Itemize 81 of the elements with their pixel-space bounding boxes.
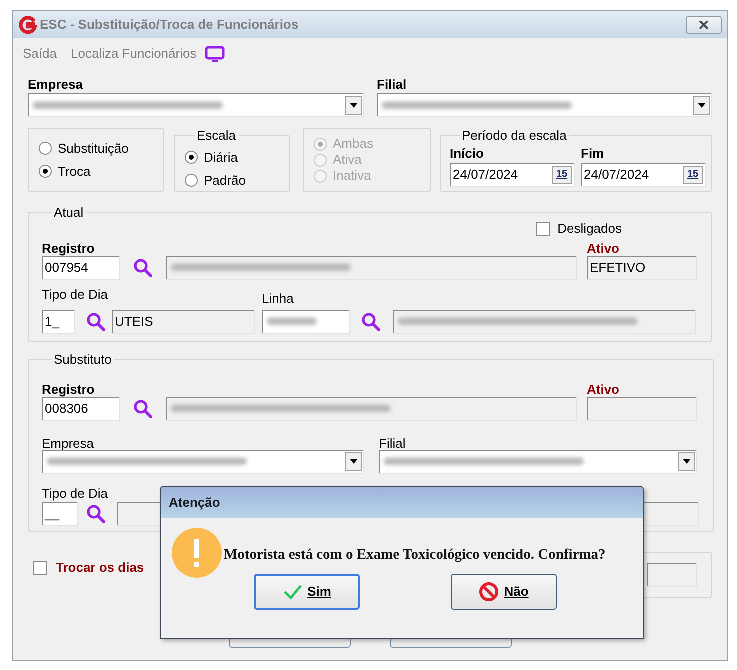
search-icon[interactable] [86,312,106,332]
menu-item[interactable]: Saída [23,44,57,64]
date-value: 24/07/2024 [453,166,518,184]
search-icon[interactable] [133,258,153,278]
field-label: Ativo [587,240,620,254]
no-entry-icon[interactable] [479,582,500,602]
radio-label: Diária [204,148,238,167]
dropdown-button[interactable] [693,96,710,114]
group-title: Substituto [53,351,113,369]
field-label: Fim [581,146,606,160]
date-field[interactable]: 24/07/2024 15 [581,162,706,186]
checkbox-label: Trocar os dias [56,559,144,577]
field-label: Início [450,146,485,160]
radio-button[interactable] [185,174,198,187]
input-field[interactable] [393,310,696,334]
field-label: Tipo de Dia [42,484,109,500]
dropdown-button[interactable] [678,452,695,471]
radio-label: Ativa [333,151,362,170]
dropdown-button[interactable] [345,452,362,471]
input-field[interactable]: 007954 [42,256,120,280]
field-label: Tipo de Dia [42,286,109,302]
input-field[interactable]: EFETIVO [587,256,697,280]
blurred-text [267,318,317,325]
input-field[interactable]: __ [42,502,78,526]
calendar-button[interactable]: 15 [683,166,703,184]
search-icon[interactable] [86,504,106,524]
field-label: Filial [379,434,406,450]
dialog-title: Atenção [169,494,220,512]
checkbox-label: Desligados [558,220,622,238]
radio-label: Padrão [204,172,246,190]
radio-label: Substituição [58,140,129,158]
dropdown-field[interactable] [379,450,697,474]
caret-icon[interactable] [698,102,706,108]
field-label: Registro [42,380,96,396]
field-label: Empresa [42,434,96,450]
dialog-message: Motorista está com o Exame Toxicológico vencido. Confirma? [224,546,606,565]
caret-icon[interactable] [350,459,358,464]
radio-button[interactable] [39,142,52,155]
input-field[interactable]: UTEIS [112,310,255,334]
field-label: Ativo [587,380,620,396]
field-label: Registro [42,240,96,254]
radio-label: Inativa [333,167,372,186]
date-value: 24/07/2024 [584,166,650,184]
field-label: Linha [262,290,294,306]
dropdown-field[interactable] [28,93,364,117]
dropdown-field[interactable] [377,93,712,117]
window-title: ESC - Substituição/Troca de Funcionários [40,16,299,34]
input-field[interactable]: 008306 [42,396,120,420]
dropdown-field[interactable] [42,450,364,474]
caret-icon[interactable] [682,459,690,464]
search-icon[interactable] [133,398,153,418]
calendar-button[interactable]: 15 [552,166,572,184]
radio-label: Troca [58,162,91,181]
input-field[interactable] [647,563,697,587]
close-icon[interactable] [699,20,709,28]
input-field[interactable] [587,396,697,420]
menu-item[interactable]: Localiza Funcionários [70,44,197,64]
dropdown-button[interactable] [345,96,362,114]
radio-button[interactable] [185,151,198,164]
field-label: Filial [377,76,407,91]
input-field[interactable] [262,310,350,334]
group-title: Atual [53,204,85,222]
date-field[interactable]: 24/07/2024 15 [450,162,575,186]
input-field[interactable]: 1_ [42,310,75,334]
radio-label: Ambas [333,135,374,154]
group-title: Escala [196,127,238,145]
check-icon[interactable] [282,584,303,600]
input-field[interactable] [166,256,577,280]
input-field[interactable] [166,396,577,420]
caret-icon[interactable] [350,102,358,108]
logo-icon[interactable] [19,16,37,34]
dialog-button[interactable]: Não [451,574,557,610]
field-label: Empresa [28,76,84,91]
close-button[interactable] [686,16,722,34]
monitor-icon[interactable] [204,46,225,62]
group-title: Período da escala [461,127,568,145]
search-icon[interactable] [361,312,381,332]
radio-button[interactable] [39,165,52,178]
checkbox[interactable] [33,560,47,575]
dialog-button[interactable]: Sim [254,574,360,610]
checkbox[interactable] [536,222,550,236]
